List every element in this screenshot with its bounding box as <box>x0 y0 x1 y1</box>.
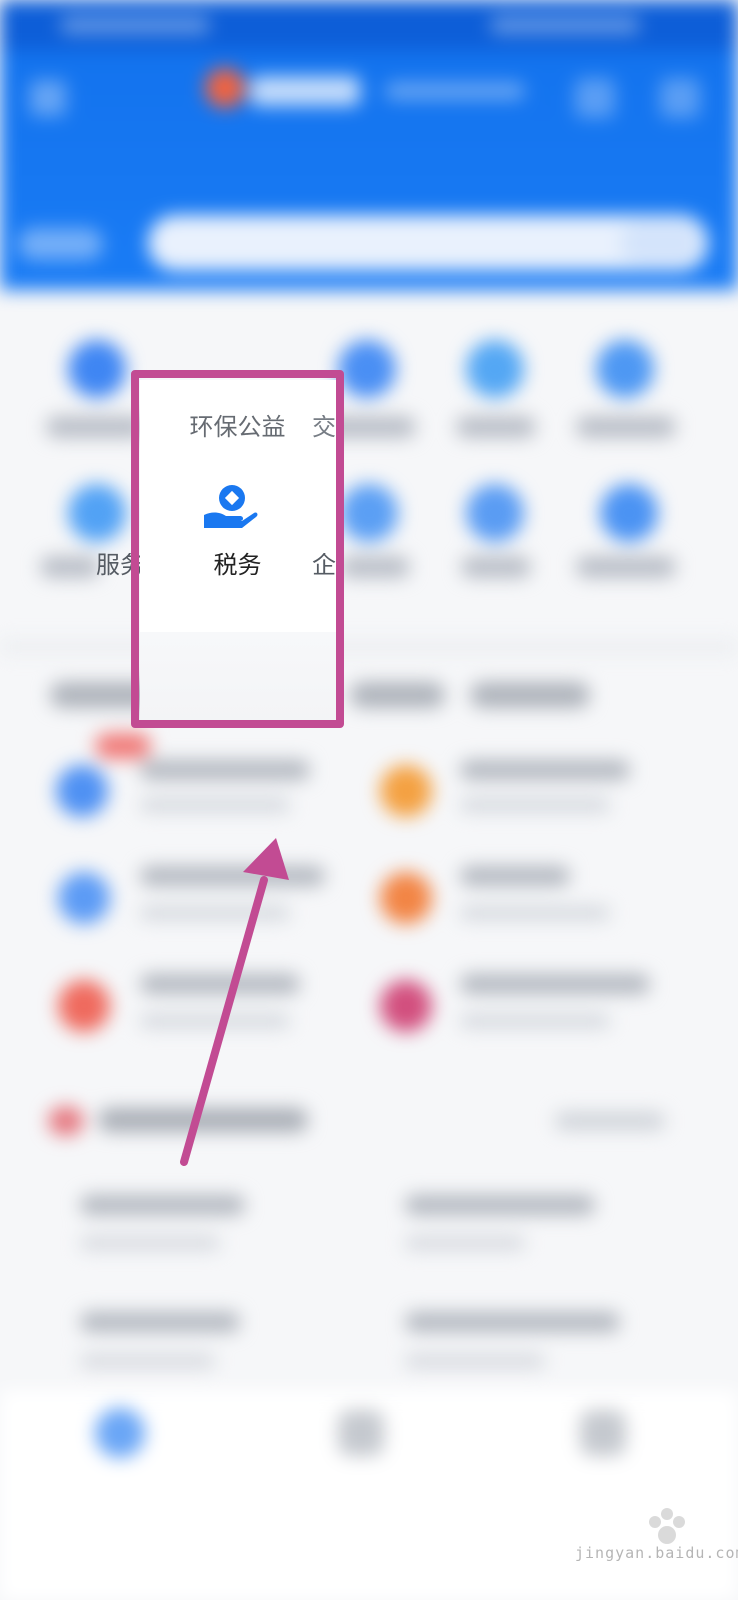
nav-service-icon[interactable] <box>338 1410 384 1456</box>
baidu-watermark-icon <box>649 1508 685 1544</box>
news-item-sub <box>405 1354 545 1368</box>
service-title <box>140 760 310 780</box>
grid-item-label <box>40 556 100 578</box>
header-message-icon[interactable] <box>575 78 615 118</box>
service-icon[interactable] <box>380 765 432 817</box>
status-bar <box>0 0 738 50</box>
service-desc <box>140 906 290 920</box>
tab[interactable] <box>470 682 590 708</box>
service-desc <box>140 798 290 812</box>
news-more-link[interactable] <box>555 1112 665 1130</box>
service-icon[interactable] <box>56 765 108 817</box>
grid-item-icon[interactable] <box>68 340 126 398</box>
service-title <box>140 974 300 994</box>
tab[interactable] <box>350 682 445 708</box>
news-item-title[interactable] <box>405 1195 595 1215</box>
grid-item-label <box>461 556 531 578</box>
news-item-title[interactable] <box>80 1195 245 1215</box>
header-user-icon[interactable] <box>660 78 700 118</box>
service-title <box>140 866 325 886</box>
news-section-title <box>98 1108 308 1132</box>
service-icon[interactable] <box>58 872 110 924</box>
service-desc <box>460 1014 610 1028</box>
service-desc <box>460 906 610 920</box>
service-icon[interactable] <box>58 980 110 1032</box>
service-title <box>460 974 650 994</box>
grid-item-label <box>340 556 410 578</box>
app-logo-text <box>250 76 360 106</box>
nav-profile-icon[interactable] <box>580 1410 626 1456</box>
highlight-box <box>131 370 344 728</box>
search-button[interactable] <box>620 222 700 264</box>
service-title <box>460 866 570 886</box>
grid-item-label <box>456 416 536 438</box>
grid-item-label <box>576 556 676 578</box>
city-selector[interactable] <box>18 228 103 260</box>
watermark-url: jingyan.baidu.com <box>575 1544 738 1562</box>
service-icon[interactable] <box>380 872 432 924</box>
service-icon[interactable] <box>380 980 432 1032</box>
service-title <box>460 760 630 780</box>
grid-item-icon[interactable] <box>596 340 654 398</box>
nav-home-icon[interactable] <box>95 1408 145 1458</box>
news-item-title[interactable] <box>405 1312 620 1332</box>
grid-item-icon[interactable] <box>466 484 524 542</box>
news-item-title[interactable] <box>80 1312 240 1332</box>
service-desc <box>140 1014 290 1028</box>
news-section-icon <box>48 1106 84 1136</box>
menu-icon[interactable] <box>30 80 66 116</box>
grid-item-icon[interactable] <box>600 484 658 542</box>
section-divider <box>0 640 738 654</box>
status-bar-right <box>490 16 640 34</box>
news-item-sub <box>80 1354 215 1368</box>
grid-item-icon[interactable] <box>466 340 524 398</box>
news-item-sub <box>405 1236 525 1250</box>
grid-item-icon[interactable] <box>340 484 398 542</box>
service-desc <box>460 798 610 812</box>
hot-badge <box>95 733 151 759</box>
grid-item-icon[interactable] <box>68 484 126 542</box>
news-item-sub <box>80 1236 220 1250</box>
header-subtitle <box>385 82 525 100</box>
grid-item-label <box>576 416 676 438</box>
grid-item-icon[interactable] <box>338 340 396 398</box>
status-bar-left <box>60 16 210 34</box>
app-logo-icon <box>205 68 245 108</box>
blurred-app-background <box>0 0 738 1600</box>
